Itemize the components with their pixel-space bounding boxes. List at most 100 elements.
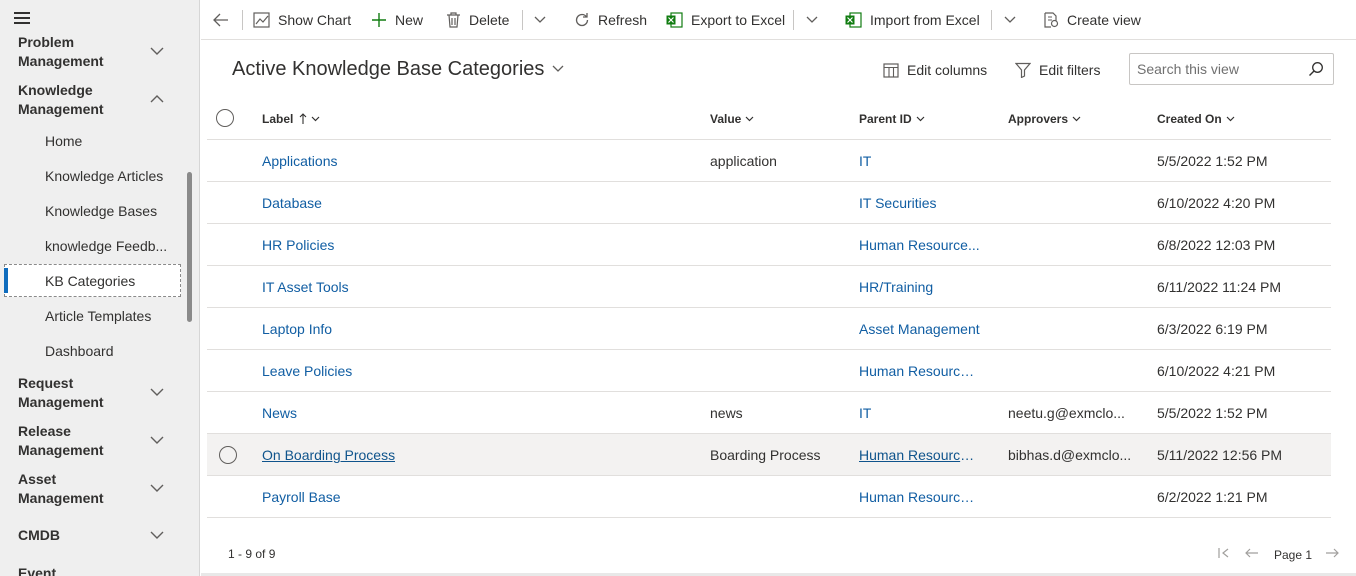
cell-parent-id[interactable]: IT bbox=[859, 152, 871, 170]
sidebar-group-knowledge-management[interactable]: Knowledge Management bbox=[18, 81, 188, 119]
sidebar-group-label: CMDB bbox=[18, 527, 60, 543]
sidebar-group-request-management[interactable]: Request Management bbox=[18, 374, 188, 412]
cell-label[interactable]: Leave Policies bbox=[262, 362, 352, 380]
cell-parent-id[interactable]: Human Resource ... bbox=[859, 488, 981, 506]
plus-icon bbox=[372, 13, 386, 27]
cell-parent-id[interactable]: Human Resource... bbox=[859, 236, 980, 254]
sidebar-group-asset-management[interactable]: Asset Management bbox=[18, 470, 188, 508]
hamburger-menu-icon[interactable] bbox=[14, 12, 30, 26]
cell-label[interactable]: Database bbox=[262, 194, 322, 212]
edit-columns-label: Edit columns bbox=[907, 62, 988, 78]
toolbar-divider bbox=[793, 10, 794, 30]
sidebar-item-knowledge-bases[interactable]: Knowledge Bases bbox=[45, 202, 157, 221]
chart-icon bbox=[253, 12, 270, 28]
sidebar-group-release-management[interactable]: Release Management bbox=[18, 422, 188, 460]
cell-label[interactable]: IT Asset Tools bbox=[262, 278, 349, 296]
sidebar-scrollbar[interactable] bbox=[187, 172, 192, 322]
row-select-checkbox[interactable] bbox=[219, 446, 237, 464]
import-excel-label: Import from Excel bbox=[870, 12, 980, 28]
back-button[interactable] bbox=[213, 0, 237, 40]
search-input[interactable] bbox=[1137, 60, 1297, 78]
export-more-button[interactable] bbox=[806, 0, 826, 40]
table-row[interactable]: IT Asset Tools HR/Training 6/11/2022 11:24… bbox=[207, 266, 1331, 308]
cell-label[interactable]: Laptop Info bbox=[262, 320, 332, 338]
cell-parent-id[interactable]: Human Resource ... bbox=[859, 446, 981, 464]
cell-parent-id[interactable]: IT bbox=[859, 404, 871, 422]
export-excel-label: Export to Excel bbox=[691, 12, 786, 28]
chevron-down-icon bbox=[150, 436, 164, 444]
sidebar-item-knowledge-articles[interactable]: Knowledge Articles bbox=[45, 167, 163, 186]
cell-label[interactable]: News bbox=[262, 404, 297, 422]
edit-filters-button[interactable]: Edit filters bbox=[1015, 56, 1100, 84]
cell-value: Boarding Process bbox=[710, 447, 821, 463]
sidebar-group-event[interactable]: Event bbox=[18, 564, 188, 576]
cell-parent-id[interactable]: Human Resource ... bbox=[859, 362, 981, 380]
sidebar-item-kb-categories[interactable]: KB Categories bbox=[45, 272, 135, 291]
new-button[interactable]: New bbox=[371, 0, 423, 40]
cell-label[interactable]: Payroll Base bbox=[262, 488, 341, 506]
column-header-text: Value bbox=[710, 112, 742, 126]
edit-columns-button[interactable]: Edit columns bbox=[883, 56, 987, 84]
cell-approvers: neetu.g@exmclo... bbox=[1008, 405, 1125, 421]
table-row[interactable]: Payroll Base Human Resource ... 6/2/2022 1… bbox=[207, 476, 1331, 518]
column-header-approvers[interactable]: Approvers bbox=[1008, 112, 1081, 126]
export-excel-button[interactable]: Export to Excel bbox=[666, 0, 785, 40]
sidebar-group-problem-management[interactable]: Problem Management bbox=[18, 33, 188, 71]
page-number: Page 1 bbox=[1274, 548, 1313, 562]
column-header-text: Created On bbox=[1157, 112, 1222, 126]
view-selector-chevron-icon[interactable] bbox=[552, 65, 564, 73]
chevron-up-icon bbox=[150, 95, 164, 103]
chevron-down-icon bbox=[1004, 16, 1016, 23]
import-excel-button[interactable]: Import from Excel bbox=[845, 0, 980, 40]
cell-label[interactable]: HR Policies bbox=[262, 236, 334, 254]
import-more-button[interactable] bbox=[1004, 0, 1024, 40]
previous-page-icon[interactable] bbox=[1245, 548, 1259, 558]
sidebar-item-knowledge-feedback[interactable]: knowledge Feedb... bbox=[45, 237, 167, 256]
sidebar-group-cmdb[interactable]: CMDB bbox=[18, 526, 188, 545]
table-row[interactable]: HR Policies Human Resource... 6/8/2022 12:… bbox=[207, 224, 1331, 266]
edit-filters-label: Edit filters bbox=[1039, 62, 1101, 78]
refresh-button[interactable]: Refresh bbox=[574, 0, 647, 40]
cell-created-on: 5/5/2022 1:52 PM bbox=[1157, 405, 1268, 421]
search-icon[interactable] bbox=[1308, 61, 1324, 77]
toolbar-divider bbox=[522, 10, 523, 30]
sidebar-group-label: Request Management bbox=[18, 375, 104, 410]
sidebar-item-article-templates[interactable]: Article Templates bbox=[45, 307, 151, 326]
column-header-value[interactable]: Value bbox=[710, 112, 754, 126]
sidebar-item-home[interactable]: Home bbox=[45, 132, 82, 151]
first-page-icon[interactable] bbox=[1218, 548, 1230, 558]
table-row[interactable]: Database IT Securities 6/10/2022 4:20 PM bbox=[207, 182, 1331, 224]
cell-parent-id[interactable]: Asset Management bbox=[859, 320, 980, 338]
cell-parent-id[interactable]: IT Securities bbox=[859, 194, 937, 212]
table-row[interactable]: Applications application IT 5/5/2022 1:52 P… bbox=[207, 140, 1331, 182]
cell-created-on: 5/11/2022 12:56 PM bbox=[1157, 447, 1283, 463]
chevron-down-icon bbox=[806, 16, 818, 23]
table-row[interactable]: Laptop Info Asset Management 6/3/2022 6:19… bbox=[207, 308, 1331, 350]
toolbar-divider bbox=[991, 10, 992, 30]
column-header-label[interactable]: Label bbox=[262, 112, 320, 126]
column-header-created-on[interactable]: Created On bbox=[1157, 112, 1235, 126]
select-all-checkbox[interactable] bbox=[216, 109, 234, 127]
column-header-text: Parent ID bbox=[859, 112, 912, 126]
create-view-button[interactable]: Create view bbox=[1043, 0, 1141, 40]
cell-parent-id[interactable]: HR/Training bbox=[859, 278, 933, 296]
chevron-down-icon bbox=[534, 16, 546, 23]
view-title[interactable]: Active Knowledge Base Categories bbox=[232, 57, 544, 81]
delete-button[interactable]: Delete bbox=[446, 0, 509, 40]
sidebar-group-label: Asset Management bbox=[18, 471, 104, 506]
show-chart-label: Show Chart bbox=[278, 12, 352, 28]
cell-label[interactable]: Applications bbox=[262, 152, 338, 170]
table-row[interactable]: Leave Policies Human Resource ... 6/10/202… bbox=[207, 350, 1331, 392]
refresh-label: Refresh bbox=[598, 12, 648, 28]
cell-label[interactable]: On Boarding Process bbox=[262, 446, 395, 464]
cell-created-on: 6/11/2022 11:24 PM bbox=[1157, 279, 1282, 295]
sidebar-item-dashboard[interactable]: Dashboard bbox=[45, 342, 114, 361]
show-chart-button[interactable]: Show Chart bbox=[253, 0, 351, 40]
table-row[interactable]: News news IT neetu.g@exmclo... 5/5/2022 1:52… bbox=[207, 392, 1331, 434]
next-page-icon[interactable] bbox=[1325, 548, 1339, 558]
cell-created-on: 5/5/2022 1:52 PM bbox=[1157, 153, 1268, 169]
delete-more-button[interactable] bbox=[534, 0, 554, 40]
search-box[interactable] bbox=[1129, 53, 1334, 85]
column-header-parent-id[interactable]: Parent ID bbox=[859, 112, 925, 126]
table-row[interactable]: On Boarding Process Boarding Process Human… bbox=[207, 434, 1331, 476]
